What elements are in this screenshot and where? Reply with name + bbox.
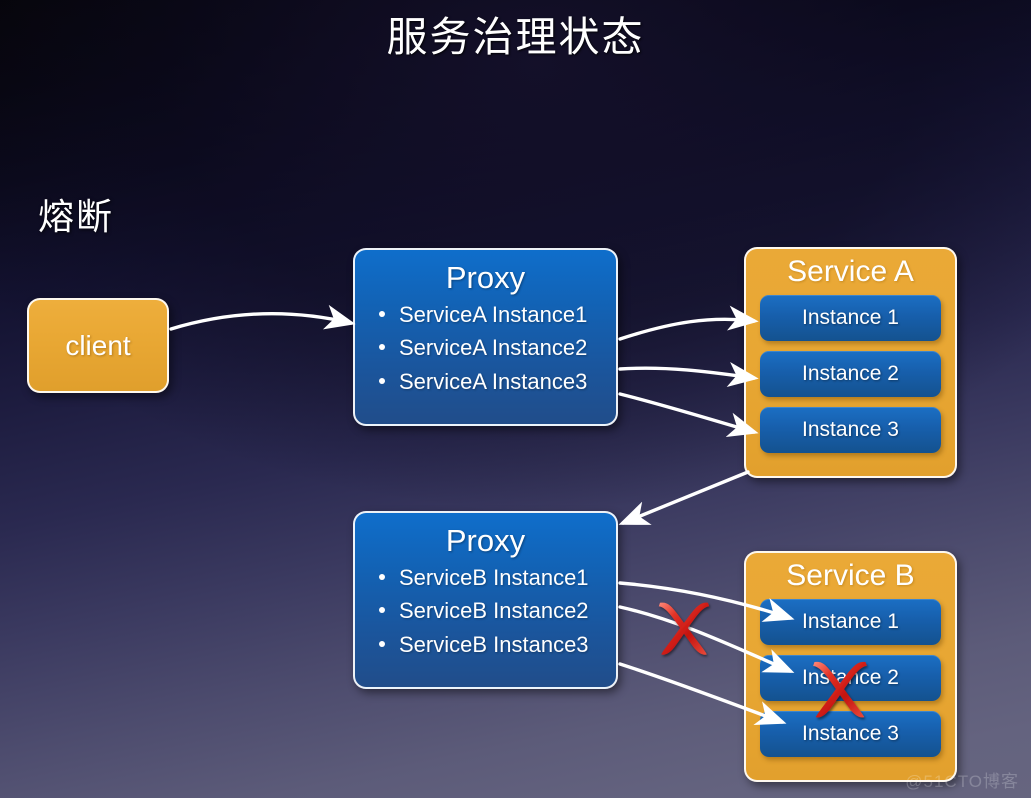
node-proxy-b[interactable]: Proxy ServiceB Instance1 ServiceB Instan… — [353, 511, 618, 689]
list-item: ServiceA Instance1 — [377, 298, 616, 331]
node-service-a[interactable]: Service A Instance 1 Instance 2 Instance… — [744, 247, 957, 478]
service-a-instance-list: Instance 1 Instance 2 Instance 3 — [746, 295, 955, 453]
list-item: ServiceB Instance3 — [377, 628, 616, 661]
cross-icon-on-edge — [658, 602, 710, 655]
service-b-instance-3[interactable]: Instance 3 — [760, 711, 941, 757]
edge-proxy-a-to-service-a-instance-2 — [618, 362, 759, 387]
node-client[interactable]: client — [27, 298, 169, 393]
instance-label: Instance 2 — [802, 362, 899, 385]
list-item: ServiceB Instance1 — [377, 561, 616, 594]
instance-label: Instance 3 — [802, 418, 899, 441]
node-service-b[interactable]: Service B Instance 1 Instance 2 Instance… — [744, 551, 957, 782]
instance-label: Instance 1 — [802, 610, 899, 633]
service-a-title: Service A — [787, 255, 914, 288]
page-title: 服务治理状态 — [386, 14, 645, 60]
instance-label: Instance 2 — [802, 666, 899, 689]
watermark: @51CTO博客 — [905, 772, 1019, 791]
edge-proxy-a-to-service-a-instance-3 — [618, 392, 759, 437]
list-item: ServiceA Instance3 — [377, 365, 616, 398]
client-label: client — [65, 329, 131, 361]
list-item: ServiceB Instance2 — [377, 594, 616, 627]
instance-label: Instance 3 — [802, 722, 899, 745]
proxy-b-instance-list: ServiceB Instance1 ServiceB Instance2 Se… — [355, 561, 616, 661]
edge-service-a-to-proxy-b — [618, 470, 750, 525]
service-b-instance-list: Instance 1 Instance 2 Instance 3 — [746, 599, 955, 757]
service-a-instance-1[interactable]: Instance 1 — [760, 295, 941, 341]
service-b-instance-1[interactable]: Instance 1 — [760, 599, 941, 645]
service-a-instance-2[interactable]: Instance 2 — [760, 351, 941, 397]
slide-canvas: 服务治理状态 熔断 client Proxy ServiceA Instance… — [0, 0, 1031, 798]
proxy-a-title: Proxy — [445, 260, 526, 295]
list-item: ServiceA Instance2 — [377, 331, 616, 364]
section-label: 熔断 — [38, 196, 115, 237]
instance-label: Instance 1 — [802, 306, 899, 329]
edge-proxy-a-to-service-a-instance-1 — [618, 305, 759, 341]
proxy-b-title: Proxy — [445, 523, 526, 558]
service-a-instance-3[interactable]: Instance 3 — [760, 407, 941, 453]
service-b-title: Service B — [786, 559, 915, 592]
proxy-a-instance-list: ServiceA Instance1 ServiceA Instance2 Se… — [355, 298, 616, 398]
service-b-instance-2[interactable]: Instance 2 — [760, 655, 941, 701]
node-proxy-a[interactable]: Proxy ServiceA Instance1 ServiceA Instan… — [353, 248, 618, 426]
edge-client-to-proxy-a — [169, 304, 356, 331]
